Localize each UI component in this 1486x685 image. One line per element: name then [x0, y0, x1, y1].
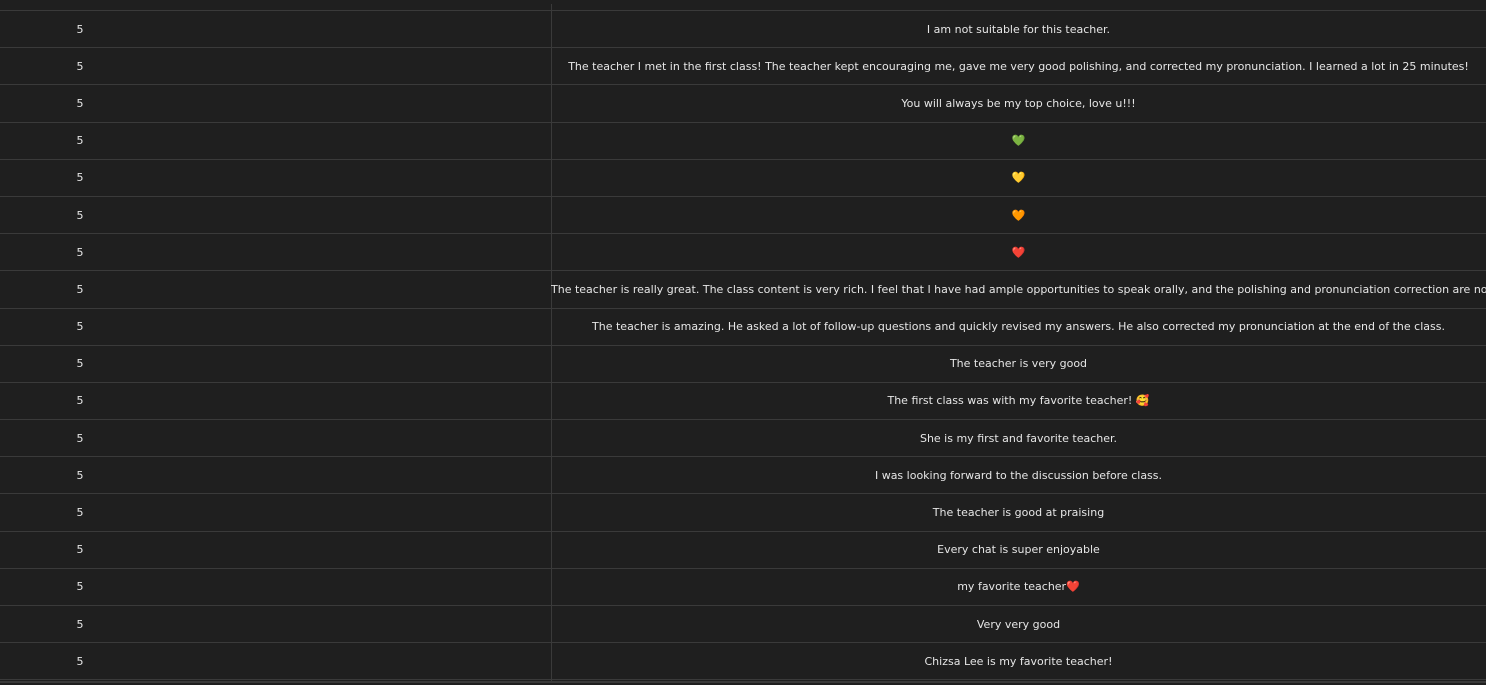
rating-cell: 5	[76, 543, 84, 557]
review-cell: The teacher is very good	[949, 357, 1088, 371]
red-heart-icon: ❤️	[1011, 245, 1026, 259]
rating-cell: 5	[76, 282, 84, 296]
table-row[interactable]: 5 The teacher is really great. The class…	[0, 271, 1486, 309]
table-row[interactable]: 5 🧡	[0, 197, 1486, 235]
review-cell: The teacher is good at praising	[932, 506, 1105, 520]
rating-cell: 5	[76, 394, 84, 408]
rating-cell: 5	[76, 468, 84, 482]
table-top-strip	[0, 0, 1486, 11]
yellow-heart-icon: 💛	[1011, 171, 1026, 185]
rating-cell: 5	[76, 96, 84, 110]
green-heart-icon: 💚	[1011, 134, 1026, 148]
reviews-table: 5 I am not suitable for this teacher. 5 …	[0, 11, 1486, 681]
rating-cell: 5	[76, 506, 84, 520]
review-cell: The teacher is amazing. He asked a lot o…	[592, 320, 1445, 334]
review-cell: She is my first and favorite teacher.	[919, 431, 1118, 445]
rating-cell: 5	[76, 617, 84, 631]
rating-cell: 5	[76, 431, 84, 445]
rating-cell: 5	[76, 245, 84, 259]
table-row[interactable]: 5 She is my first and favorite teacher.	[0, 420, 1486, 458]
table-row[interactable]: 5 💚	[0, 123, 1486, 160]
table-row[interactable]: 5 💛	[0, 160, 1486, 197]
table-row[interactable]: 5 You will always be my top choice, love…	[0, 85, 1486, 123]
rating-cell: 5	[76, 580, 84, 594]
rating-cell: 5	[76, 171, 84, 185]
rating-cell: 5	[76, 357, 84, 371]
table-row[interactable]: 5 Chizsa Lee is my favorite teacher!	[0, 643, 1486, 681]
rating-cell: 5	[76, 208, 84, 222]
rating-cell: 5	[76, 320, 84, 334]
review-cell: The teacher is really great. The class c…	[551, 282, 1486, 296]
review-cell: Very very good	[976, 617, 1061, 631]
review-cell: Chizsa Lee is my favorite teacher!	[924, 654, 1113, 668]
review-cell: The first class was with my favorite tea…	[887, 394, 1150, 408]
table-row[interactable]: 5 Very very good	[0, 606, 1486, 644]
table-row[interactable]: 5 I am not suitable for this teacher.	[0, 11, 1486, 49]
rating-cell: 5	[76, 654, 84, 668]
table-bottom-border	[0, 681, 1486, 683]
rating-cell: 5	[76, 59, 84, 73]
review-cell: I am not suitable for this teacher.	[926, 22, 1111, 36]
rating-cell: 5	[76, 134, 84, 148]
review-cell: The teacher I met in the first class! Th…	[568, 59, 1469, 73]
review-cell: You will always be my top choice, love u…	[901, 96, 1136, 110]
table-row[interactable]: 5 The first class was with my favorite t…	[0, 383, 1486, 421]
table-row[interactable]: 5 The teacher is very good	[0, 346, 1486, 383]
table-row[interactable]: 5 my favorite teacher❤️	[0, 569, 1486, 606]
table-row[interactable]: 5 ❤️	[0, 234, 1486, 272]
table-row[interactable]: 5 The teacher is amazing. He asked a lot…	[0, 309, 1486, 346]
orange-heart-icon: 🧡	[1011, 208, 1026, 222]
table-row[interactable]: 5 Every chat is super enjoyable	[0, 532, 1486, 569]
review-cell: Every chat is super enjoyable	[937, 543, 1100, 557]
table-row[interactable]: 5 The teacher is good at praising	[0, 494, 1486, 532]
table-row[interactable]: 5 The teacher I met in the first class! …	[0, 48, 1486, 86]
rating-cell: 5	[76, 22, 84, 36]
review-cell: I was looking forward to the discussion …	[874, 468, 1163, 482]
table-row[interactable]: 5 I was looking forward to the discussio…	[0, 457, 1486, 495]
review-cell: my favorite teacher❤️	[957, 580, 1080, 594]
